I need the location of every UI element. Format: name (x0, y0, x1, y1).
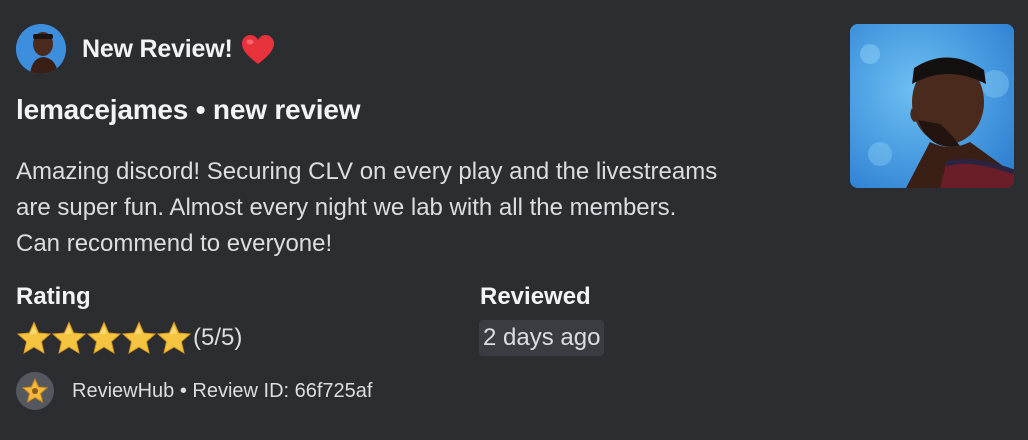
rating-stars (16, 321, 192, 355)
author-name: New Review! (82, 34, 233, 63)
review-title[interactable]: lemacejames • new review (16, 94, 361, 126)
star-badge-icon (16, 372, 54, 410)
star-icon (156, 321, 192, 355)
star-icon (51, 321, 87, 355)
heart-icon (241, 34, 275, 66)
reviewed-label: Reviewed (480, 283, 591, 310)
description-line: are super fun. Almost every night we lab… (16, 194, 677, 221)
author-avatar[interactable] (16, 24, 66, 74)
reviewed-timestamp[interactable]: 2 days ago (479, 320, 605, 356)
review-description: Amazing discord! Securing CLV on every p… (16, 154, 816, 262)
rating-label: Rating (16, 283, 91, 310)
rating-value: (5/5) (16, 320, 242, 356)
star-icon (86, 321, 122, 355)
rating-field: Rating (5/5) (16, 282, 242, 356)
author-row: New Review! (16, 24, 275, 74)
thumbnail-photo-icon (850, 24, 1014, 188)
embed-footer: ReviewHub • Review ID: 66f725af (16, 372, 372, 410)
review-embed: New Review! lemacejames • new review Ama… (0, 0, 1028, 440)
footer-text: ReviewHub • Review ID: 66f725af (72, 379, 373, 402)
description-line: Amazing discord! Securing CLV on every p… (16, 158, 718, 185)
star-icon (121, 321, 157, 355)
rating-text: (5/5) (193, 324, 243, 351)
reviewed-value: 2 days ago (479, 320, 605, 356)
avatar-silhouette-icon (16, 24, 66, 74)
reviewed-field: Reviewed 2 days ago (479, 282, 605, 356)
star-icon (16, 321, 52, 355)
thumbnail-image[interactable] (850, 24, 1014, 188)
description-line: Can recommend to everyone! (16, 230, 333, 257)
